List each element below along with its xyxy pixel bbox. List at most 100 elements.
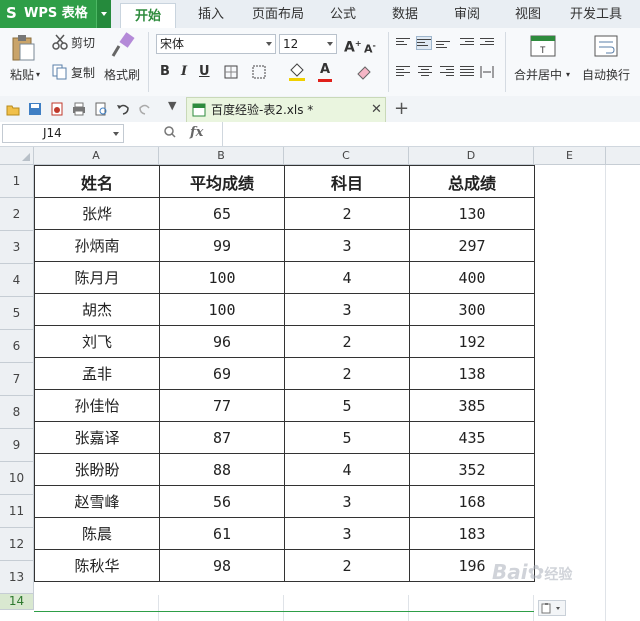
italic-icon[interactable]: I (181, 64, 187, 80)
undo-icon[interactable] (116, 102, 130, 116)
row-header[interactable]: 1 (0, 165, 34, 198)
table-cell[interactable]: 435 (409, 421, 535, 454)
table-cell[interactable]: 4 (284, 261, 410, 294)
insert-function-icon[interactable]: fx (190, 125, 203, 140)
row-header[interactable]: 12 (0, 528, 34, 561)
paste-options-icon[interactable] (538, 600, 566, 616)
format-painter-button[interactable]: 格式刷 (104, 68, 140, 82)
font-size-select[interactable]: 12 (279, 34, 337, 54)
table-cell[interactable]: 张盼盼 (34, 453, 160, 486)
format-painter-icon[interactable] (110, 32, 136, 60)
table-cell[interactable]: 赵雪峰 (34, 485, 160, 518)
cut-button[interactable]: 剪切 (71, 36, 95, 50)
row-header[interactable]: 7 (0, 363, 34, 396)
selected-row-14[interactable] (34, 595, 534, 612)
table-cell[interactable]: 130 (409, 197, 535, 230)
print-preview-icon[interactable] (94, 102, 108, 116)
new-tab-plus-icon[interactable]: + (394, 99, 409, 119)
table-cell[interactable]: 张烨 (34, 197, 160, 230)
wps-app-menu-button[interactable]: S WPS 表格 (0, 0, 111, 28)
paste-button-label[interactable]: 粘贴 (10, 68, 34, 82)
tab-home[interactable]: 开始 (120, 3, 177, 28)
column-header-a[interactable]: A (34, 147, 159, 165)
distributed-align-icon[interactable] (480, 65, 494, 79)
table-cell[interactable]: 87 (159, 421, 285, 454)
table-cell[interactable]: 2 (284, 197, 410, 230)
align-left-icon[interactable] (396, 66, 410, 78)
table-cell[interactable]: 张嘉译 (34, 421, 160, 454)
font-name-select[interactable]: 宋体 (156, 34, 276, 54)
justify-icon[interactable] (460, 66, 474, 78)
merge-dropdown-icon[interactable]: ▾ (566, 68, 570, 82)
fill-pattern-icon[interactable] (252, 65, 266, 79)
table-cell[interactable]: 胡杰 (34, 293, 160, 326)
table-cell[interactable]: 孙佳怡 (34, 389, 160, 422)
merge-center-icon[interactable]: T (530, 34, 556, 58)
name-box[interactable]: J14 (2, 124, 124, 143)
wrap-text-icon[interactable] (594, 34, 618, 58)
row-header[interactable]: 13 (0, 561, 34, 594)
column-header-e[interactable]: E (534, 147, 606, 165)
tab-review[interactable]: 审阅 (454, 6, 480, 24)
align-top-icon[interactable] (396, 38, 410, 50)
tab-page-layout[interactable]: 页面布局 (252, 6, 304, 24)
open-folder-icon[interactable] (6, 102, 20, 116)
tab-data[interactable]: 数据 (392, 6, 418, 24)
decrease-indent-icon[interactable] (460, 38, 474, 50)
table-cell[interactable]: 77 (159, 389, 285, 422)
table-cell[interactable]: 400 (409, 261, 535, 294)
table-cell[interactable]: 3 (284, 485, 410, 518)
table-cell[interactable]: 183 (409, 517, 535, 550)
table-cell[interactable]: 3 (284, 293, 410, 326)
table-cell[interactable]: 192 (409, 325, 535, 358)
table-cell[interactable]: 300 (409, 293, 535, 326)
table-cell[interactable]: 99 (159, 229, 285, 262)
table-cell[interactable]: 98 (159, 549, 285, 582)
paste-dropdown-icon[interactable]: ▾ (36, 68, 40, 82)
zoom-icon[interactable] (164, 126, 176, 138)
clear-format-icon[interactable] (356, 64, 372, 80)
formula-input[interactable] (222, 122, 640, 146)
cut-icon[interactable] (52, 34, 68, 50)
app-menu-dropdown-icon[interactable] (96, 0, 111, 28)
copy-icon[interactable] (52, 64, 68, 80)
table-cell[interactable]: 3 (284, 229, 410, 262)
font-color-icon[interactable]: A (320, 62, 330, 78)
row-header[interactable]: 10 (0, 462, 34, 495)
row-header[interactable]: 3 (0, 231, 34, 264)
table-cell[interactable]: 2 (284, 357, 410, 390)
table-cell[interactable]: 297 (409, 229, 535, 262)
table-cell[interactable]: 100 (159, 293, 285, 326)
header-cell[interactable]: 总成绩 (409, 165, 535, 198)
table-cell[interactable]: 385 (409, 389, 535, 422)
decrease-font-icon[interactable]: A- (364, 38, 376, 58)
table-cell[interactable]: 96 (159, 325, 285, 358)
table-cell[interactable]: 352 (409, 453, 535, 486)
header-cell[interactable]: 平均成绩 (159, 165, 285, 198)
export-pdf-icon[interactable] (50, 102, 64, 116)
table-cell[interactable]: 陈月月 (34, 261, 160, 294)
column-header-c[interactable]: C (284, 147, 409, 165)
table-cell[interactable]: 61 (159, 517, 285, 550)
row-header[interactable]: 2 (0, 198, 34, 231)
table-cell[interactable]: 65 (159, 197, 285, 230)
redo-icon[interactable] (138, 102, 152, 116)
close-tab-icon[interactable]: ✕ (371, 102, 382, 118)
copy-button[interactable]: 复制 (71, 66, 95, 80)
header-cell[interactable]: 科目 (284, 165, 410, 198)
print-icon[interactable] (72, 102, 86, 116)
align-middle-icon[interactable] (416, 36, 432, 50)
align-right-icon[interactable] (440, 66, 454, 78)
table-cell[interactable]: 5 (284, 389, 410, 422)
tab-developer[interactable]: 开发工具 (570, 6, 622, 24)
tab-formulas[interactable]: 公式 (330, 6, 356, 24)
table-cell[interactable]: 3 (284, 517, 410, 550)
increase-indent-icon[interactable] (480, 38, 494, 50)
bold-icon[interactable]: B (160, 64, 170, 80)
fill-color-icon[interactable] (288, 62, 306, 82)
column-header-d[interactable]: D (409, 147, 534, 165)
underline-icon[interactable]: U (199, 64, 210, 80)
customize-toolbar-dropdown-icon[interactable]: ▼ (168, 99, 182, 113)
borders-icon[interactable] (224, 65, 238, 79)
table-cell[interactable]: 168 (409, 485, 535, 518)
